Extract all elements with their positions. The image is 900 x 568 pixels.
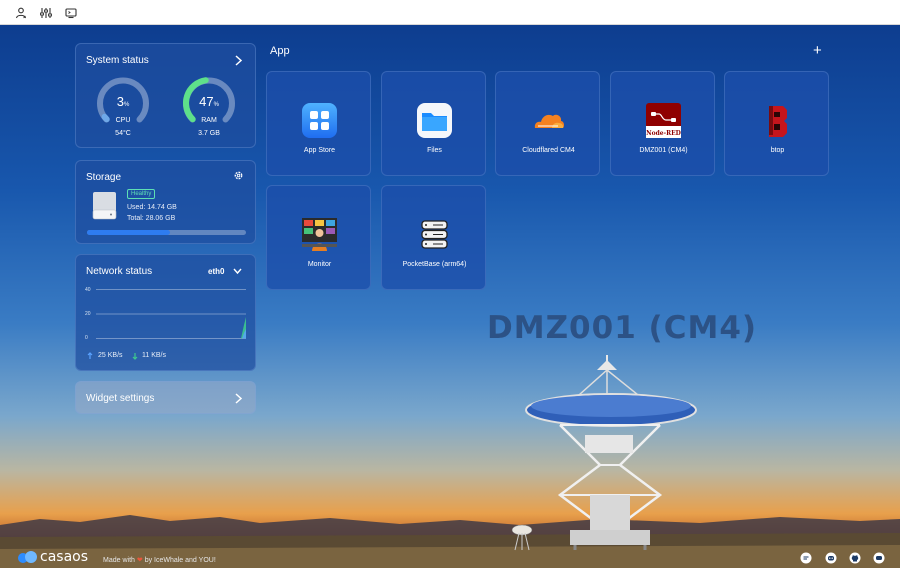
chat-icon[interactable] <box>873 552 885 564</box>
system-status-card: System status 3% CPU 54°C 47% RAM 3.7 GB <box>75 43 256 148</box>
ram-size: 3.7 GB <box>198 130 220 137</box>
interface-selector[interactable]: eth0 <box>208 267 224 276</box>
storage-card: Storage Healthy Used: 14.74 GB Total: 28… <box>75 160 256 244</box>
app-name: PocketBase (arm64) <box>402 261 467 268</box>
hard-drive-icon <box>92 192 117 220</box>
app-name: App Store <box>303 147 336 154</box>
upload-arrow-icon <box>87 352 93 359</box>
network-traffic-chart <box>96 289 246 339</box>
made-with-credit: Made with ❤ by IceWhale and YOU! <box>103 556 216 564</box>
upload-speed: 25 KB/s <box>98 352 123 359</box>
monitor-icon <box>302 218 337 251</box>
btop-icon <box>769 106 787 137</box>
github-icon[interactable] <box>849 552 861 564</box>
download-arrow-icon <box>132 353 138 360</box>
heart-icon: ❤ <box>136 557 143 564</box>
axis-label-mid: 20 <box>85 311 91 317</box>
hostname-watermark: DMZ001 (CM4) <box>487 310 758 346</box>
app-tile-dmz001[interactable]: Node-RED DMZ001 (CM4) <box>610 71 715 176</box>
cpu-percent: 3% <box>116 94 130 109</box>
app-tile-app-store[interactable]: App Store <box>266 71 371 176</box>
storage-total: Total: 28.06 GB <box>127 215 176 222</box>
network-status-card: Network status eth0 40 20 0 25 KB/s 11 K… <box>75 254 256 371</box>
made-with-prefix: Made with <box>103 557 135 564</box>
axis-label-zero: 0 <box>85 335 88 341</box>
chevron-down-icon[interactable] <box>233 267 242 275</box>
ram-percent: 47% <box>199 94 219 109</box>
feedback-icon[interactable] <box>800 552 812 564</box>
node-red-wordmark: Node-RED <box>646 130 681 137</box>
app-name: Files <box>427 147 442 154</box>
radio-telescope-illustration <box>525 355 697 550</box>
casaos-logo-icon <box>18 551 37 563</box>
app-tile-pocketbase[interactable]: PocketBase (arm64) <box>381 185 486 290</box>
made-with-suffix: by IceWhale and YOU! <box>144 557 216 564</box>
storage-title: Storage <box>86 172 122 183</box>
app-name: Monitor <box>307 261 332 268</box>
top-bar <box>0 0 900 25</box>
app-store-icon <box>302 103 337 138</box>
user-icon[interactable] <box>14 6 28 20</box>
widget-settings-button[interactable]: Widget settings <box>75 381 256 414</box>
app-name: Cloudflared CM4 <box>522 147 575 154</box>
axis-label-top: 40 <box>85 287 91 293</box>
app-tile-monitor[interactable]: Monitor <box>266 185 371 290</box>
health-badge: Healthy <box>127 189 156 199</box>
apps-section-title: App <box>270 45 290 57</box>
download-speed: 11 KB/s <box>142 352 166 359</box>
node-red-icon: Node-RED <box>646 103 681 138</box>
system-status-title: System status <box>86 55 149 66</box>
storage-usage-bar <box>87 230 246 235</box>
cloudflare-icon <box>534 114 565 128</box>
app-name: DMZ001 (CM4) <box>639 147 688 154</box>
discord-icon[interactable] <box>825 552 837 564</box>
app-tile-cloudflared[interactable]: Cloudflared CM4 <box>495 71 600 176</box>
casaos-logo-text: casaos <box>40 549 89 565</box>
terminal-icon[interactable] <box>64 6 78 20</box>
cpu-temperature: 54°C <box>115 130 131 137</box>
storage-used: Used: 14.74 GB <box>127 204 177 211</box>
network-status-title: Network status <box>86 266 153 277</box>
cpu-label: CPU <box>115 117 131 124</box>
add-app-button[interactable]: + <box>813 43 822 58</box>
gear-icon[interactable] <box>233 170 244 181</box>
widget-settings-label: Widget settings <box>86 393 155 404</box>
app-tile-files[interactable]: Files <box>381 71 486 176</box>
folder-icon <box>417 103 452 138</box>
app-tile-btop[interactable]: btop <box>724 71 829 176</box>
database-icon <box>421 220 448 249</box>
chevron-right-icon <box>235 393 243 404</box>
ram-label: RAM <box>201 117 217 124</box>
settings-sliders-icon[interactable] <box>39 6 53 20</box>
storage-usage-fill <box>87 230 171 235</box>
app-name: btop <box>770 147 785 154</box>
chevron-right-icon[interactable] <box>234 55 243 66</box>
